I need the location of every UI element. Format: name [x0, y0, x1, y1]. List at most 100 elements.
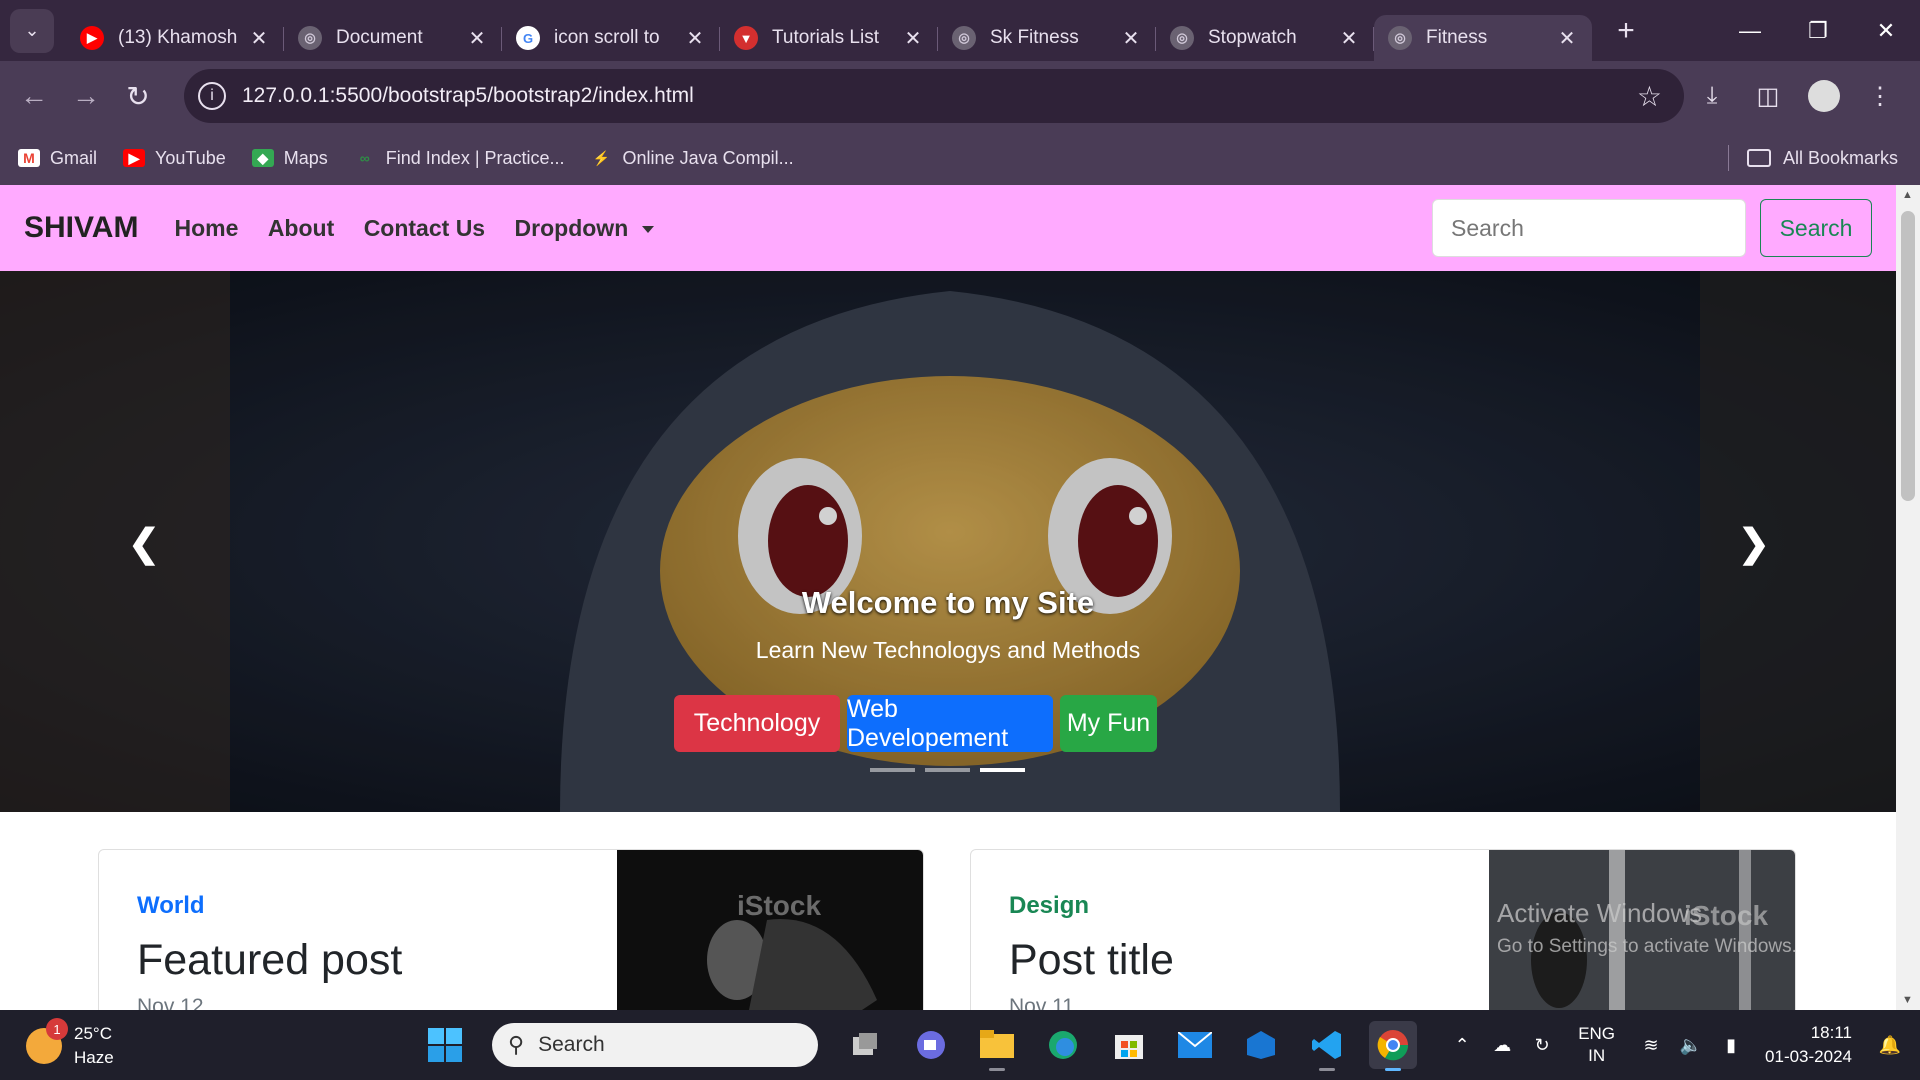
weather-icon: 1 [26, 1018, 68, 1064]
battery-icon[interactable]: ▮ [1711, 1035, 1751, 1056]
close-tab-icon[interactable]: ✕ [248, 26, 270, 51]
carousel-button-3[interactable]: My Fun [1060, 695, 1157, 752]
scroll-up-icon[interactable]: ▲ [1902, 189, 1913, 201]
region-code: IN [1588, 1046, 1606, 1065]
bookmark-4[interactable]: ∞ Find Index | Practice... [354, 148, 565, 169]
activate-windows-text: Go to Settings to activate Windows. [1497, 936, 1797, 957]
close-tab-icon[interactable]: ✕ [1556, 26, 1578, 51]
tab-5[interactable]: ◎ Sk Fitness ✕ [938, 15, 1156, 61]
carousel-prev-button[interactable]: ❮ [128, 521, 160, 566]
store-icon[interactable] [1105, 1021, 1153, 1069]
task-view-icon[interactable] [841, 1021, 889, 1069]
close-tab-icon[interactable]: ✕ [1338, 26, 1360, 51]
chevron-left-icon: ❮ [128, 523, 160, 565]
side-panel-icon[interactable]: ◫ [1740, 82, 1796, 111]
bookmark-5[interactable]: ⚡ Online Java Compil... [591, 148, 794, 169]
taskbar-search-label: Search [538, 1033, 605, 1056]
profile-avatar[interactable] [1808, 80, 1840, 112]
mail-icon[interactable] [1171, 1021, 1219, 1069]
scrollbar-thumb[interactable] [1901, 211, 1915, 501]
windows-start-icon[interactable] [421, 1021, 469, 1069]
tab-search-button[interactable]: ⌄ [10, 8, 54, 53]
scroll-down-icon[interactable]: ▼ [1902, 994, 1913, 1006]
carousel-indicator-3[interactable] [980, 768, 1025, 772]
chat-icon[interactable] [907, 1021, 955, 1069]
clock-time: 18:11 [1810, 1023, 1852, 1042]
site-brand[interactable]: SHIVAM [24, 211, 138, 245]
minimize-button[interactable]: — [1716, 0, 1784, 61]
card-featured[interactable]: World Featured post Nov 12 iStock [98, 849, 924, 1010]
system-tray: ⌃ ☁ ↻ ENG IN ≋ 🔈 ▮ 18:11 01-03-2024 🔔 [1442, 1010, 1920, 1080]
close-window-button[interactable]: ✕ [1852, 0, 1920, 61]
forward-button[interactable]: → [60, 80, 112, 112]
restore-button[interactable]: ❐ [1784, 0, 1852, 61]
card-category: Design [1009, 892, 1090, 919]
site-search-button[interactable]: Search [1760, 199, 1872, 257]
vscode-icon[interactable] [1303, 1021, 1351, 1071]
bookmark-star-icon[interactable]: ☆ [1637, 80, 1662, 113]
volume-icon[interactable]: 🔈 [1671, 1035, 1711, 1056]
site-search-input[interactable] [1432, 199, 1746, 257]
youtube-icon: ▶ [123, 149, 146, 167]
taskbar-search[interactable]: ⚲ Search [492, 1023, 818, 1067]
download-icon[interactable]: ⤓ [1684, 82, 1740, 110]
tab-6[interactable]: ◎ Stopwatch ✕ [1156, 15, 1374, 61]
tab-title: Sk Fitness [990, 27, 1079, 48]
weather-widget[interactable]: 1 25°C Haze [26, 1018, 114, 1070]
site-info-icon[interactable]: i [198, 82, 226, 110]
nav-contact[interactable]: Contact Us [364, 215, 485, 241]
edge-icon[interactable] [1039, 1021, 1087, 1069]
card-image-watermark: iStock [737, 890, 821, 921]
carousel-heading: Welcome to my Site [801, 585, 1095, 620]
language-indicator[interactable]: ENG IN [1578, 1023, 1615, 1067]
tab-title: (13) Khamosh [118, 27, 238, 48]
tab-strip: ⌄ ▶ (13) Khamosh ✕ ◎ Document ✕ Gicon scroll t… [0, 0, 1920, 61]
onedrive-icon[interactable]: ☁ [1482, 1035, 1522, 1056]
app-icon[interactable] [1237, 1021, 1285, 1069]
chrome-icon[interactable] [1369, 1021, 1417, 1071]
carousel-button-1[interactable]: Technology [674, 695, 840, 752]
close-tab-icon[interactable]: ✕ [1120, 26, 1142, 51]
nav-dropdown[interactable]: Dropdown [515, 215, 655, 241]
globe-icon: ◎ [1170, 26, 1194, 50]
clock[interactable]: 18:11 01-03-2024 [1765, 1021, 1852, 1069]
carousel-indicator-1[interactable] [870, 768, 915, 772]
bookmark-label: Find Index | Practice... [385, 147, 565, 168]
tab-7[interactable]: ◎ Fitness ✕ [1374, 15, 1592, 61]
site-nav: Home About Contact Us Dropdown [174, 215, 679, 242]
notification-bell-icon[interactable]: 🔔 [1870, 1035, 1910, 1056]
chevron-up-icon[interactable]: ⌃ [1442, 1035, 1482, 1056]
menu-icon[interactable]: ⋮ [1852, 82, 1908, 111]
tab-3[interactable]: Gicon scroll to ✕ [502, 15, 720, 61]
back-button[interactable]: ← [8, 80, 60, 112]
page-scrollbar[interactable]: ▲ ▼ [1896, 185, 1920, 1010]
carousel-button-2[interactable]: Web Developement [847, 695, 1053, 752]
maps-icon: ◆ [251, 149, 274, 167]
nav-about[interactable]: About [268, 215, 334, 241]
tab-title: Tutorials List [772, 27, 879, 48]
file-explorer-icon[interactable] [973, 1021, 1021, 1071]
tab-4[interactable]: ▼ Tutorials List ✕ [720, 15, 938, 61]
bookmark-2[interactable]: ▶ YouTube [123, 148, 226, 169]
tab-1[interactable]: ▶ (13) Khamosh ✕ [66, 15, 284, 61]
close-tab-icon[interactable]: ✕ [902, 26, 924, 51]
tab-2[interactable]: ◎ Document ✕ [284, 15, 502, 61]
bookmark-1[interactable]: M Gmail [18, 148, 97, 169]
sync-icon[interactable]: ↻ [1522, 1035, 1562, 1056]
wifi-icon[interactable]: ≋ [1631, 1035, 1671, 1056]
all-bookmarks[interactable]: All Bookmarks [1727, 131, 1898, 185]
card-post[interactable]: Design Post title Nov 11 iStock [970, 849, 1796, 1010]
address-bar[interactable]: i 127.0.0.1:5500/bootstrap5/bootstrap2/i… [184, 69, 1684, 123]
url-text[interactable]: 127.0.0.1:5500/bootstrap5/bootstrap2/ind… [242, 84, 694, 108]
nav-home[interactable]: Home [174, 215, 238, 241]
carousel-next-button[interactable]: ❯ [1738, 521, 1770, 566]
reload-button[interactable]: ↻ [112, 80, 164, 113]
window-controls: — ❐ ✕ [1716, 0, 1920, 61]
card-title: Featured post [137, 936, 403, 984]
close-tab-icon[interactable]: ✕ [684, 26, 706, 51]
new-tab-button[interactable]: + [1606, 14, 1646, 48]
bookmark-3[interactable]: ◆ Maps [251, 148, 328, 169]
nav-dropdown-label: Dropdown [514, 214, 629, 241]
carousel-indicator-2[interactable] [925, 768, 970, 772]
close-tab-icon[interactable]: ✕ [466, 26, 488, 51]
